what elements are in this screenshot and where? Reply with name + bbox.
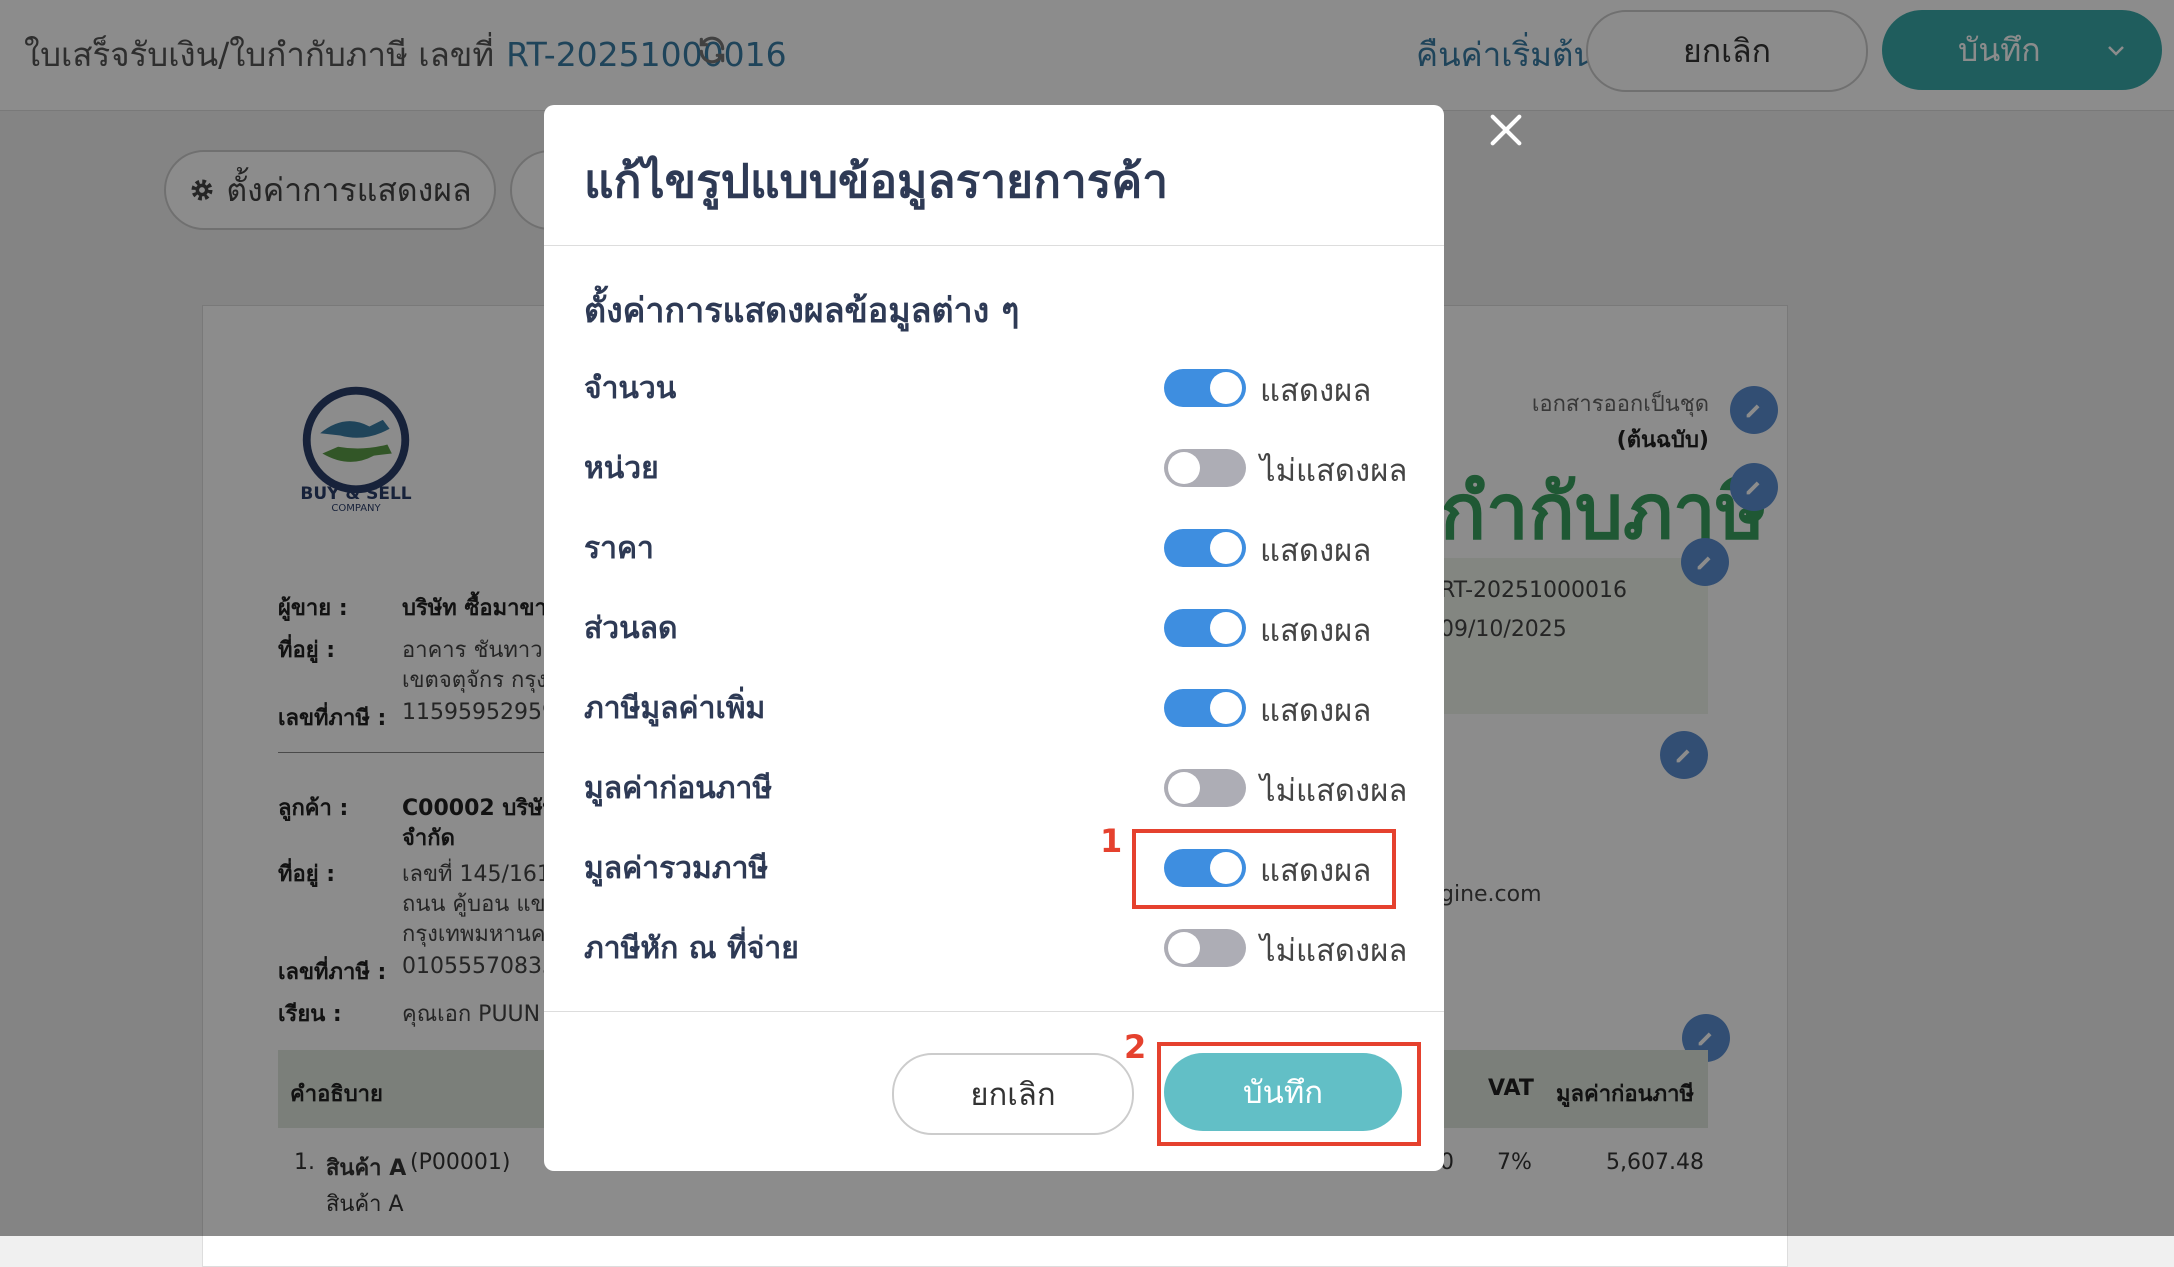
unit-toggle[interactable] <box>1164 449 1246 487</box>
annotation-box-save <box>1157 1042 1421 1146</box>
modal-cancel-button[interactable]: ยกเลิก <box>892 1053 1134 1135</box>
withholding-tax-toggle[interactable] <box>1164 929 1246 967</box>
setting-label: ราคา <box>584 531 654 566</box>
setting-label: ภาษีมูลค่าเพิ่ม <box>584 691 766 726</box>
pre-tax-toggle[interactable] <box>1164 769 1246 807</box>
setting-row-quantity: จำนวน แสดงผล <box>544 357 1444 417</box>
setting-label: หน่วย <box>584 451 659 486</box>
edit-item-format-modal: แก้ไขรูปแบบข้อมูลรายการค้า ตั้งค่าการแสด… <box>544 105 1444 1171</box>
modal-title: แก้ไขรูปแบบข้อมูลรายการค้า <box>584 154 1169 208</box>
modal-footer-divider <box>544 1011 1444 1012</box>
setting-state: แสดงผล <box>1260 373 1372 409</box>
setting-state: แสดงผล <box>1260 613 1372 649</box>
setting-row-unit: หน่วย ไม่แสดงผล <box>544 437 1444 497</box>
annotation-number-2: 2 <box>1124 1028 1147 1066</box>
setting-row-withholding-tax: ภาษีหัก ณ ที่จ่าย ไม่แสดงผล <box>544 917 1444 977</box>
setting-state: ไม่แสดงผล <box>1260 453 1408 489</box>
setting-label: จำนวน <box>584 371 677 406</box>
vat-toggle[interactable] <box>1164 689 1246 727</box>
quantity-toggle[interactable] <box>1164 369 1246 407</box>
modal-header: แก้ไขรูปแบบข้อมูลรายการค้า <box>544 105 1444 246</box>
setting-label: มูลค่ารวมภาษี <box>584 851 769 886</box>
annotation-box-toggle <box>1132 829 1396 909</box>
price-toggle[interactable] <box>1164 529 1246 567</box>
setting-state: แสดงผล <box>1260 533 1372 569</box>
setting-label: ส่วนลด <box>584 611 678 646</box>
section-title: ตั้งค่าการแสดงผลข้อมูลต่าง ๆ <box>584 291 1020 331</box>
close-icon[interactable] <box>1486 110 1526 150</box>
setting-state: แสดงผล <box>1260 693 1372 729</box>
annotation-number-1: 1 <box>1100 822 1123 860</box>
setting-state: ไม่แสดงผล <box>1260 933 1408 969</box>
setting-row-vat: ภาษีมูลค่าเพิ่ม แสดงผล <box>544 677 1444 737</box>
setting-label: มูลค่าก่อนภาษี <box>584 771 773 806</box>
setting-row-pre-tax: มูลค่าก่อนภาษี ไม่แสดงผล <box>544 757 1444 817</box>
setting-state: ไม่แสดงผล <box>1260 773 1408 809</box>
setting-label: ภาษีหัก ณ ที่จ่าย <box>584 931 799 966</box>
setting-row-price: ราคา แสดงผล <box>544 517 1444 577</box>
setting-row-discount: ส่วนลด แสดงผล <box>544 597 1444 657</box>
discount-toggle[interactable] <box>1164 609 1246 647</box>
